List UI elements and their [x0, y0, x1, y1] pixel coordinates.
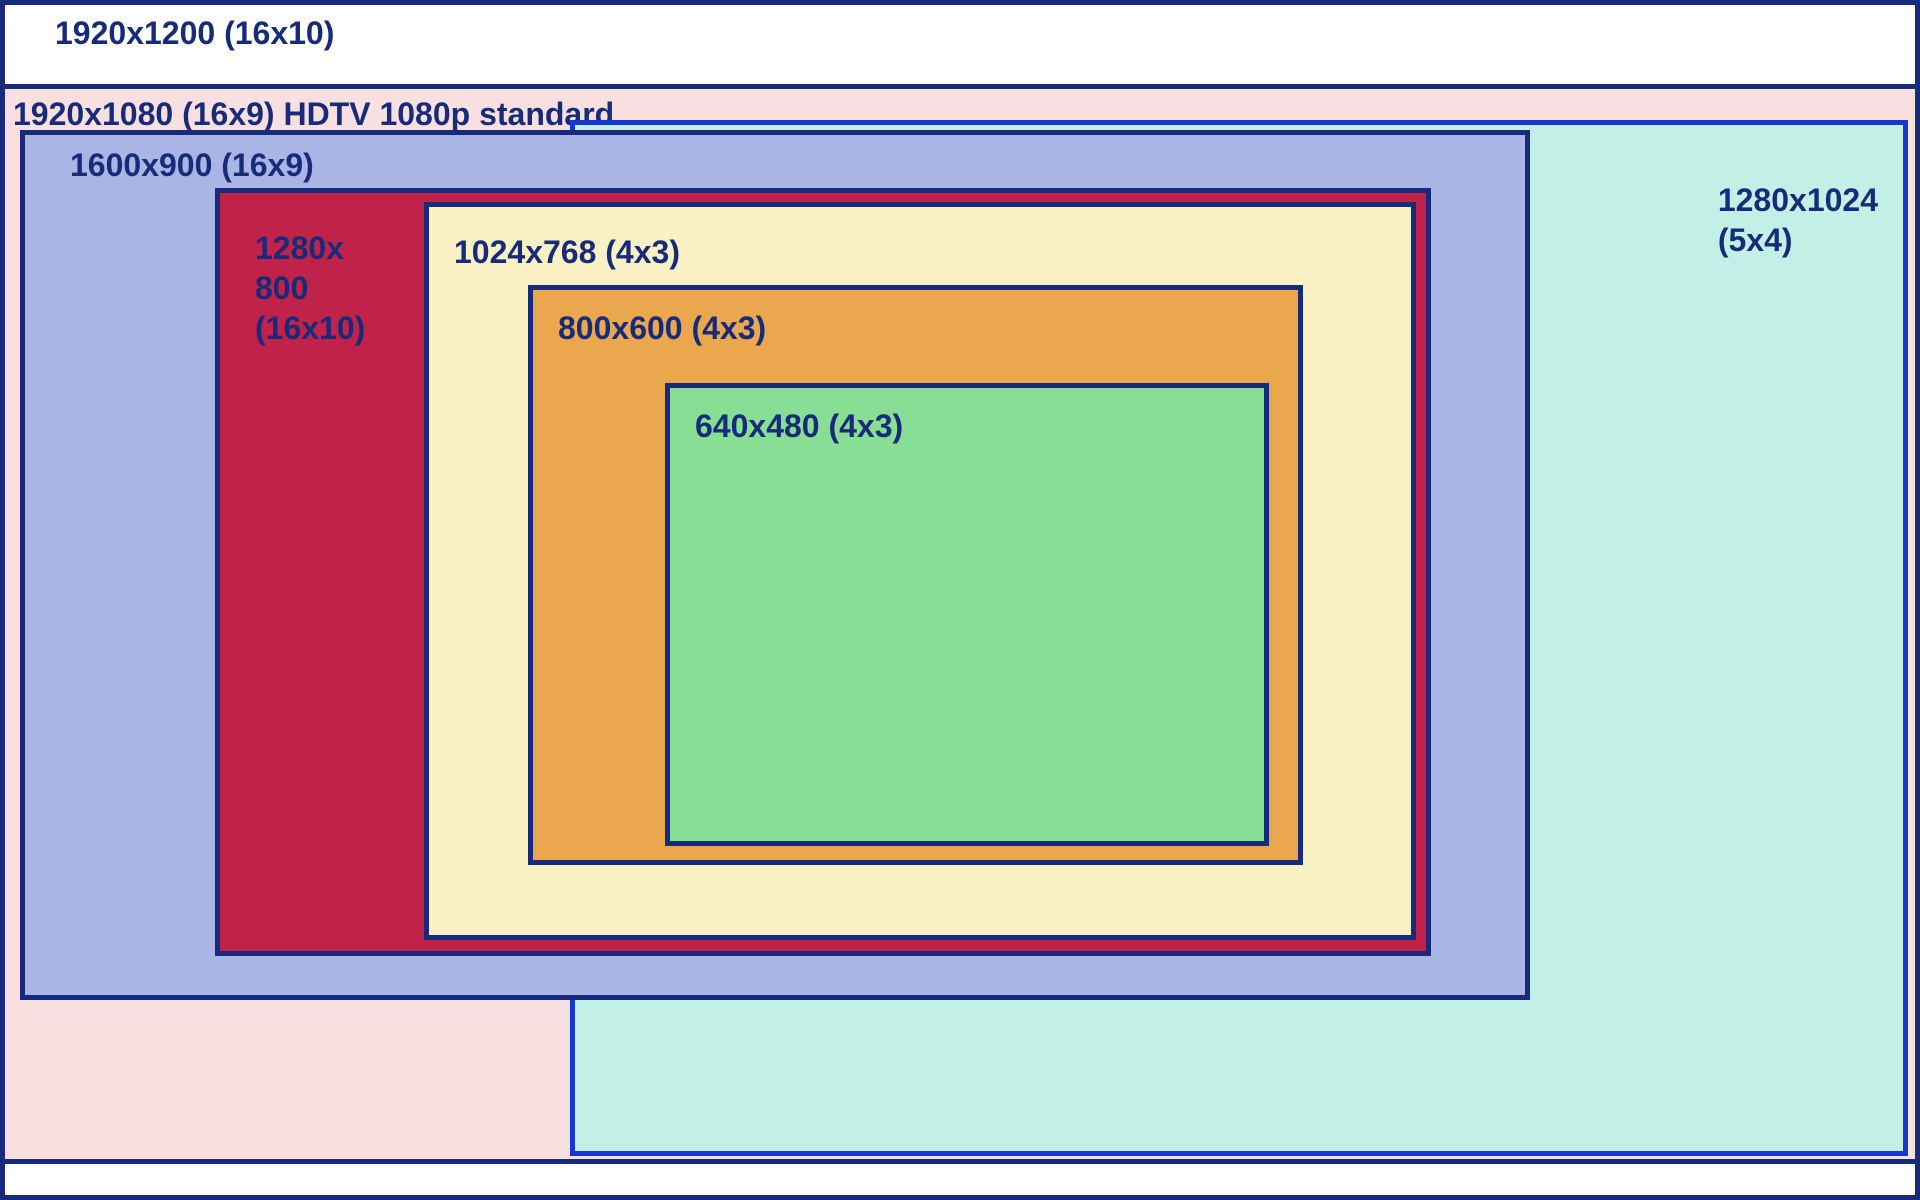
resolution-box-640x480: 640x480 (4x3) [665, 383, 1269, 846]
resolution-label-1280x800: 1280x800(16x10) [255, 228, 365, 348]
resolution-label-1024x768: 1024x768 (4x3) [454, 232, 680, 272]
resolution-label-800x600: 800x600 (4x3) [558, 308, 766, 348]
resolution-label-1600x900: 1600x900 (16x9) [70, 145, 314, 185]
resolution-label-1920x1080: 1920x1080 (16x9) HDTV 1080p standard [13, 94, 614, 134]
resolution-label-1920x1200: 1920x1200 (16x10) [55, 13, 334, 53]
resolution-label-1280x1024: 1280x1024(5x4) [1718, 180, 1878, 260]
resolution-label-640x480: 640x480 (4x3) [695, 406, 903, 446]
